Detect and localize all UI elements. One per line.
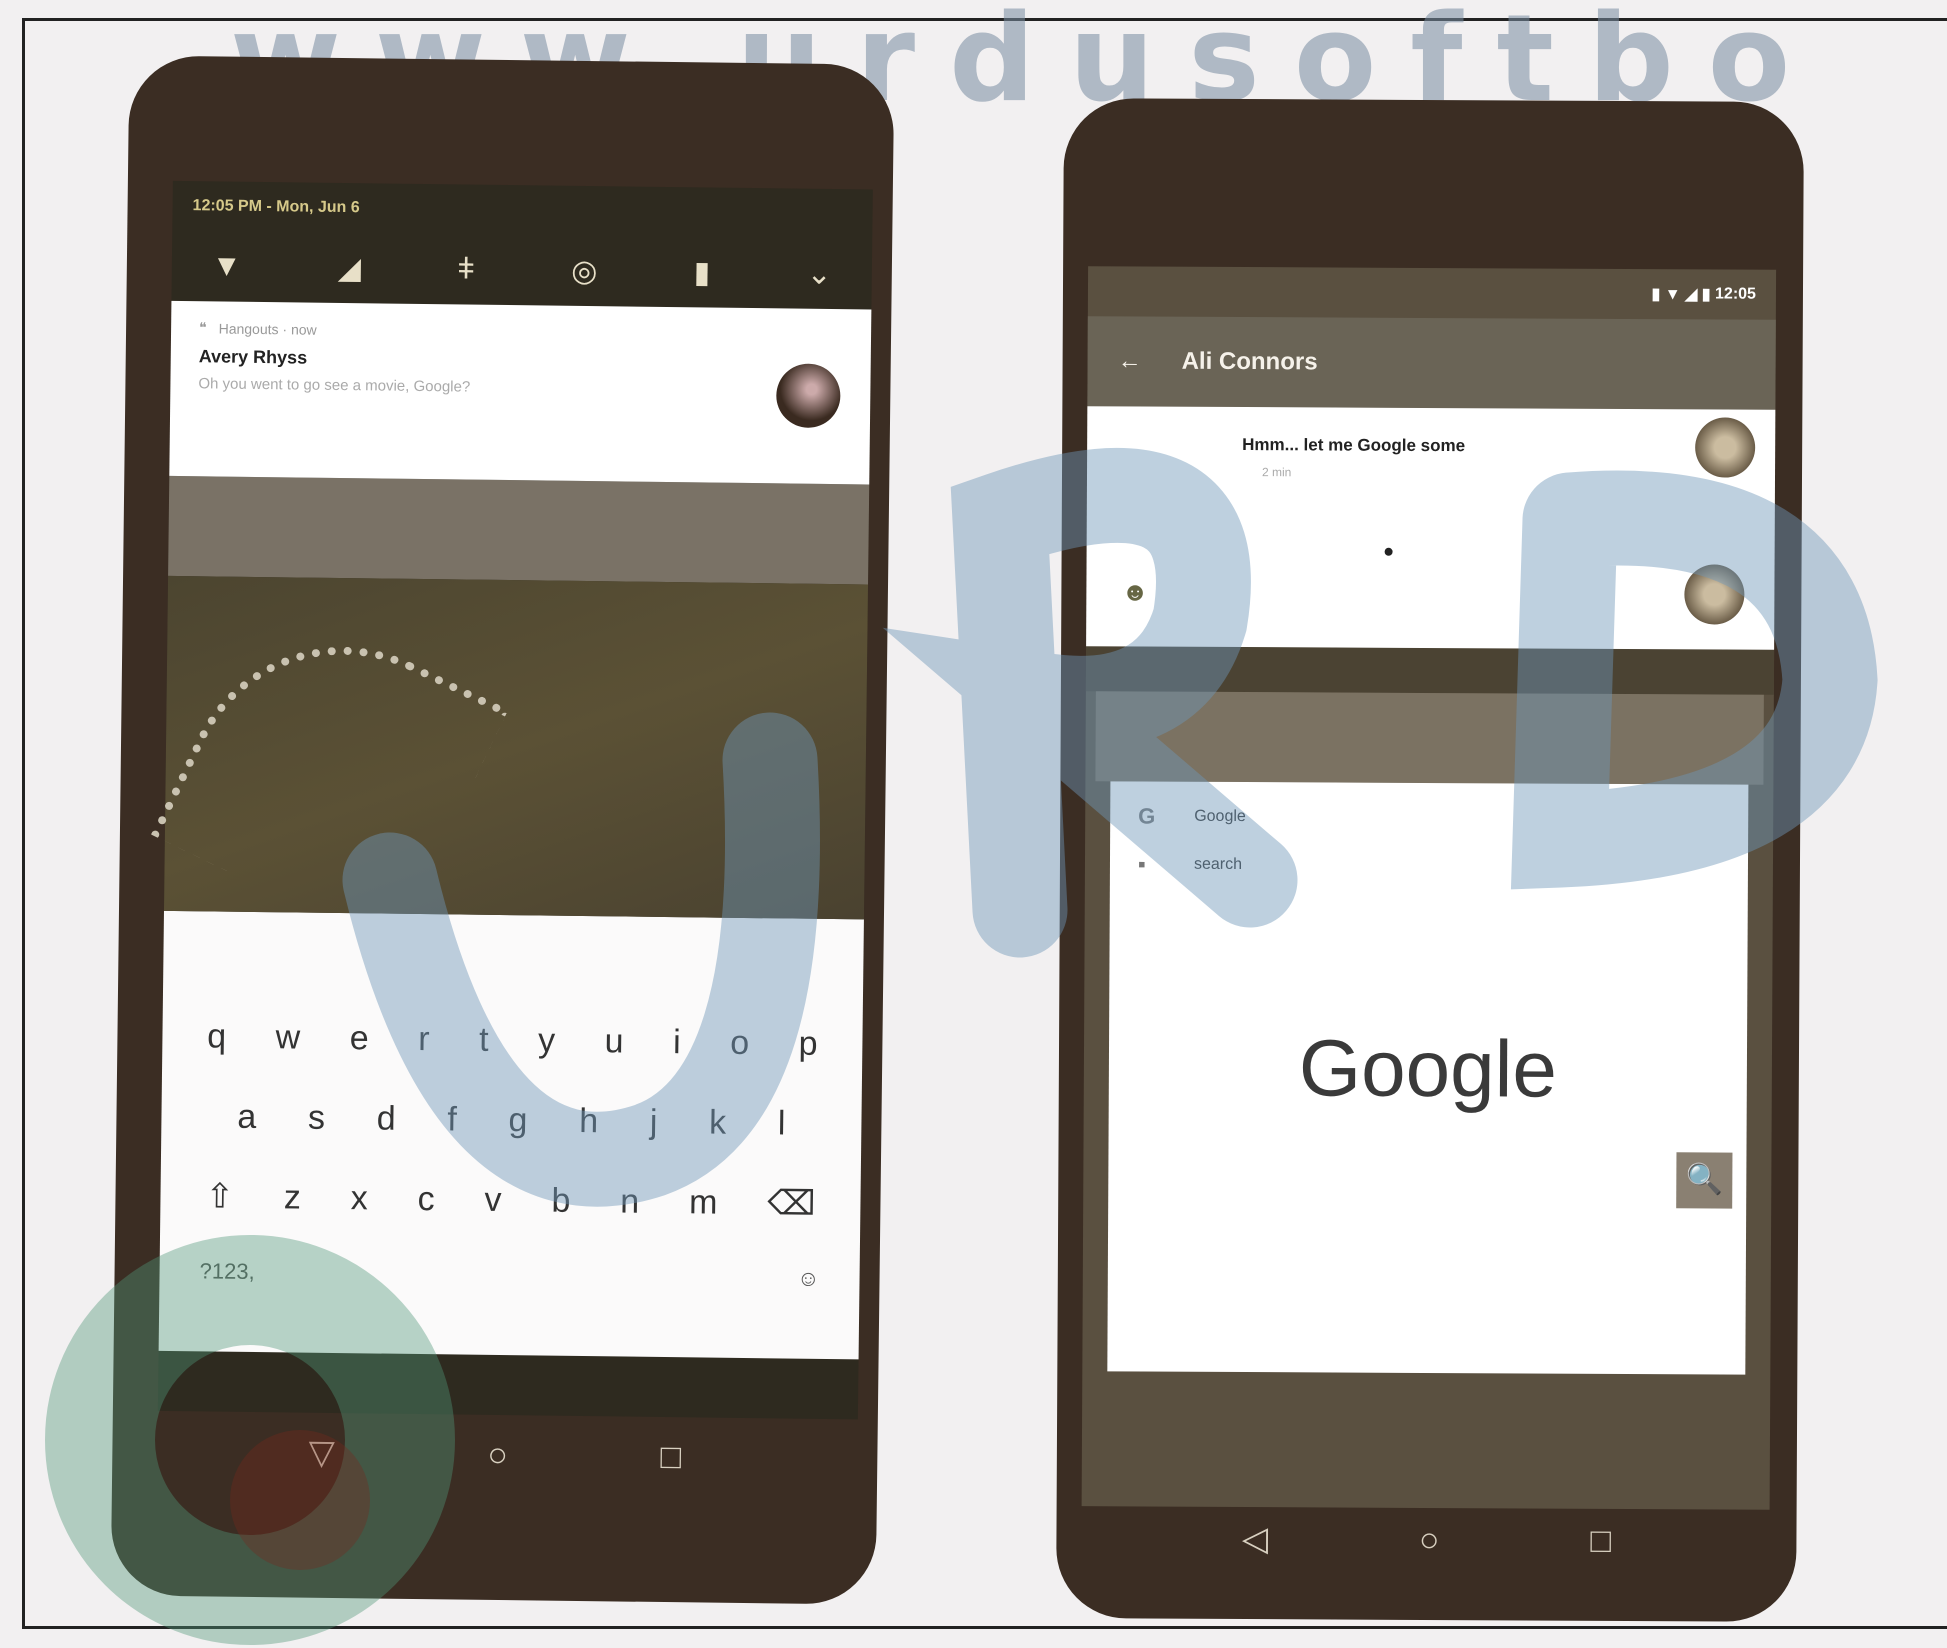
recents-button[interactable]: □ [1590,1521,1611,1560]
google-logo: Google [1298,1023,1558,1114]
key-u[interactable]: u [604,1022,623,1061]
status-time-date: 12:05 PM - Mon, Jun 6 [192,197,360,217]
tab-icon: ▪ [1137,851,1146,877]
key-v[interactable]: v [484,1180,501,1219]
google-g-icon: G [1138,803,1156,829]
key-j[interactable]: j [650,1102,658,1141]
quick-settings: ▼ ◢ ǂ ◎ ▮ ⌄ [171,231,872,310]
notification-card[interactable]: ❝ Hangouts · now Avery Rhyss Oh you went… [169,300,872,485]
emoji-icon[interactable]: ☻ [1121,576,1149,607]
key-m[interactable]: m [689,1183,718,1222]
key-w[interactable]: w [275,1018,300,1057]
expand-icon[interactable]: ⌄ [806,256,832,291]
key-s[interactable]: s [308,1098,325,1137]
nav-bar-left: ▽ ○ □ [112,1430,877,1479]
status-bar: 12:05 PM - Mon, Jun 6 [172,181,873,240]
key-k[interactable]: k [709,1103,726,1142]
comma-key[interactable]: , [248,1259,254,1285]
status-icons: ▮ ▼ ◢ ▮ [1651,286,1716,304]
key-l[interactable]: l [778,1104,786,1143]
hangouts-icon: ❝ [199,319,207,336]
nav-bar-right: ◁ ○ □ [1056,1518,1796,1562]
screen-left: 12:05 PM - Mon, Jun 6 ▼ ◢ ǂ ◎ ▮ ⌄ ❝ Hang… [150,180,873,1420]
key-g[interactable]: g [508,1101,527,1140]
signal-icon[interactable]: ◢ [338,250,362,285]
avatar [1684,564,1745,625]
home-button[interactable]: ○ [487,1435,508,1474]
notification-body: Oh you went to go see a movie, Google? [198,375,471,396]
key-p[interactable]: p [798,1024,817,1063]
reply-strip [168,475,870,585]
app-header-bar [1095,691,1764,785]
status-bar: ▮ ▼ ◢ ▮ 12:05 [1088,266,1776,320]
key-t[interactable]: t [479,1020,489,1059]
notification-title: Avery Rhyss [198,346,308,368]
keyboard-bottom-row: ?123 , ☺ [159,1236,860,1315]
backspace-key[interactable]: ⌫ [767,1183,816,1224]
status-time: 12:05 [1715,285,1757,303]
keyboard-row-3: ⇧ z x c v b n m ⌫ [160,1156,861,1245]
google-app-card: G Google ▪ search Google 🔍 [1107,781,1749,1375]
spacebar[interactable] [255,1272,797,1279]
flashlight-icon[interactable]: ǂ [457,252,475,286]
rotate-icon[interactable]: ◎ [571,253,598,288]
phone-left: 12:05 PM - Mon, Jun 6 ▼ ◢ ǂ ◎ ▮ ⌄ ❝ Hang… [110,55,895,1605]
trail-path [150,593,509,951]
symbols-key[interactable]: ?123 [199,1258,248,1285]
keyboard-row-2: a s d f g h j k l [161,1076,862,1165]
back-arrow-icon[interactable]: ← [1118,347,1142,375]
key-n[interactable]: n [620,1182,639,1221]
screen-right: ▮ ▼ ◢ ▮ 12:05 ← Ali Connors Hmm... let m… [1081,266,1777,1510]
back-button[interactable]: ▽ [308,1433,335,1473]
search-icon[interactable]: 🔍 [1676,1152,1733,1209]
notification-app-row: ❝ Hangouts · now [199,319,843,344]
shift-key[interactable]: ⇧ [205,1176,234,1216]
chat-message: Hmm... let me Google some [1242,435,1466,456]
battery-icon[interactable]: ▮ [694,255,711,290]
app-toolbar: ← Ali Connors [1087,316,1776,410]
phone-right: ▮ ▼ ◢ ▮ 12:05 ← Ali Connors Hmm... let m… [1056,98,1804,1622]
google-tab-label[interactable]: search [1194,856,1242,874]
wifi-icon[interactable]: ▼ [212,249,242,283]
google-app-row: G Google [1110,781,1748,832]
emoji-key[interactable]: ☺ [797,1266,820,1292]
chat-panel: Hmm... let me Google some 2 min ☻ [1086,406,1776,650]
key-i[interactable]: i [673,1023,681,1062]
key-r[interactable]: r [418,1019,430,1058]
avatar [775,363,841,429]
keyboard: q w e r t y u i o p a s d f g h j k l ⇧ … [158,910,864,1360]
avatar [1695,417,1756,478]
key-x[interactable]: x [351,1179,368,1218]
conversation-title: Ali Connors [1181,347,1318,376]
chat-timestamp: 2 min [1261,465,1292,480]
key-d[interactable]: d [376,1099,395,1138]
keyboard-row-1: q w e r t y u i o p [162,996,863,1085]
google-tab-row: ▪ search [1110,829,1748,880]
key-b[interactable]: b [551,1181,570,1220]
key-c[interactable]: c [417,1179,434,1218]
google-app-name: Google [1194,807,1246,826]
split-divider[interactable] [1085,646,1775,695]
home-button[interactable]: ○ [1419,1520,1440,1559]
key-a[interactable]: a [237,1097,256,1136]
recents-button[interactable]: □ [660,1437,681,1476]
key-y[interactable]: y [538,1021,555,1060]
key-q[interactable]: q [207,1017,226,1056]
key-o[interactable]: o [730,1023,749,1062]
key-f[interactable]: f [447,1100,457,1139]
key-z[interactable]: z [284,1178,301,1217]
typing-indicator [1384,547,1393,556]
key-e[interactable]: e [350,1019,369,1058]
back-button[interactable]: ◁ [1242,1519,1268,1559]
map-photo [150,575,869,951]
key-h[interactable]: h [579,1101,598,1140]
notification-app: Hangouts · now [218,319,317,338]
